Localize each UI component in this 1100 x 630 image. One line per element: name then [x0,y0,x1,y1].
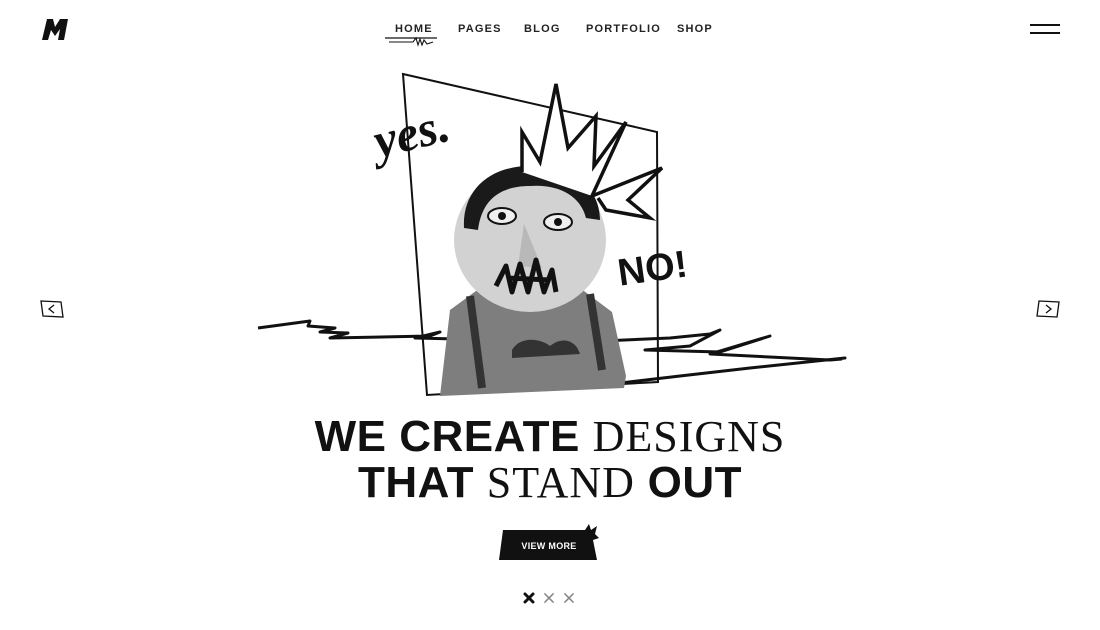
hamburger-line [1030,32,1060,34]
nav-item-pages[interactable]: PAGES [458,23,502,35]
headline-bold: OUT [647,458,743,507]
nav-item-blog-label: BLOG [524,23,561,35]
pagination-dot-icon[interactable] [562,591,576,605]
chevron-right-icon[interactable] [1036,300,1060,318]
pupil [498,212,506,220]
headline-serif: STAND [486,458,635,507]
no-doodle-text: NO! [615,243,690,294]
hero-headline: WE CREATE DESIGNS THAT STAND OUT [0,414,1100,506]
nav-item-blog[interactable]: BLOG [524,23,561,35]
nav-item-shop-label: SHOP [677,23,713,35]
active-scribble-underline [385,36,437,47]
yes-doodle-text: yes. [363,96,455,170]
headline-serif: DESIGNS [592,412,786,461]
scribble-line [593,356,847,388]
pagination-dot-active-icon[interactable] [522,591,536,605]
pagination-dot-icon[interactable] [542,591,556,605]
nav-item-portfolio[interactable]: PORTFOLIO [586,23,661,35]
nav-item-pages-label: PAGES [458,23,502,35]
chevron-left-icon[interactable] [40,300,64,318]
main-nav: HOME PAGES BLOG PORTFOLIO SHOP [0,23,1100,47]
nav-item-home[interactable]: HOME [385,23,437,47]
nav-item-portfolio-label: PORTFOLIO [586,23,661,35]
nav-item-home-label: HOME [395,23,433,35]
hamburger-line [1030,24,1060,26]
pupil [554,218,562,226]
view-more-label: VIEW MORE [521,541,577,551]
nav-item-shop[interactable]: SHOP [677,23,713,35]
view-more-button[interactable]: VIEW MORE [497,522,603,562]
hero-collage-image: yes. NO! [257,72,847,397]
headline-line-2: THAT STAND OUT [0,460,1100,506]
headline-bold: WE CREATE [314,412,580,461]
hamburger-menu-button[interactable] [1030,24,1060,36]
headline-line-1: WE CREATE DESIGNS [0,414,1100,460]
headline-bold: THAT [357,458,475,507]
